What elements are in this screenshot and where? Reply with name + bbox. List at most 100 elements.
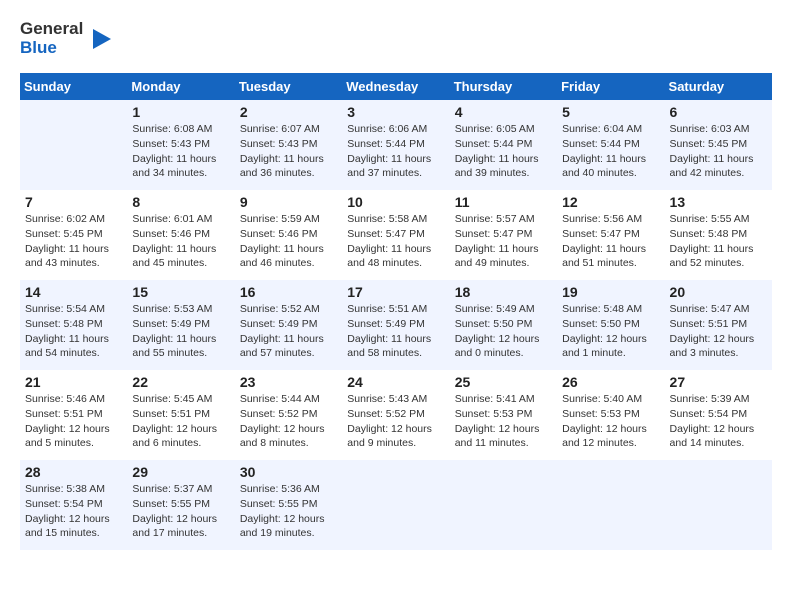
calendar-week-row: 1 Sunrise: 6:08 AM Sunset: 5:43 PM Dayli… xyxy=(20,100,772,190)
calendar-cell: 12 Sunrise: 5:56 AM Sunset: 5:47 PM Dayl… xyxy=(557,190,664,280)
logo: General Blue xyxy=(20,20,113,57)
calendar-cell: 29 Sunrise: 5:37 AM Sunset: 5:55 PM Dayl… xyxy=(127,460,234,550)
day-number: 20 xyxy=(670,284,767,300)
calendar-cell: 21 Sunrise: 5:46 AM Sunset: 5:51 PM Dayl… xyxy=(20,370,127,460)
day-number: 6 xyxy=(670,104,767,120)
day-info: Sunrise: 5:56 AM Sunset: 5:47 PM Dayligh… xyxy=(562,212,659,271)
calendar-cell: 13 Sunrise: 5:55 AM Sunset: 5:48 PM Dayl… xyxy=(665,190,772,280)
day-number: 4 xyxy=(455,104,552,120)
logo-blue: Blue xyxy=(20,39,83,58)
day-number: 26 xyxy=(562,374,659,390)
day-info: Sunrise: 5:44 AM Sunset: 5:52 PM Dayligh… xyxy=(240,392,337,451)
calendar-cell: 16 Sunrise: 5:52 AM Sunset: 5:49 PM Dayl… xyxy=(235,280,342,370)
day-number: 19 xyxy=(562,284,659,300)
calendar-cell: 8 Sunrise: 6:01 AM Sunset: 5:46 PM Dayli… xyxy=(127,190,234,280)
calendar-cell: 15 Sunrise: 5:53 AM Sunset: 5:49 PM Dayl… xyxy=(127,280,234,370)
calendar-cell: 23 Sunrise: 5:44 AM Sunset: 5:52 PM Dayl… xyxy=(235,370,342,460)
calendar-week-row: 28 Sunrise: 5:38 AM Sunset: 5:54 PM Dayl… xyxy=(20,460,772,550)
calendar-cell: 14 Sunrise: 5:54 AM Sunset: 5:48 PM Dayl… xyxy=(20,280,127,370)
weekday-header-sunday: Sunday xyxy=(20,73,127,100)
calendar-header: SundayMondayTuesdayWednesdayThursdayFrid… xyxy=(20,73,772,100)
page-header: General Blue xyxy=(20,20,772,57)
day-number: 24 xyxy=(347,374,444,390)
calendar-week-row: 14 Sunrise: 5:54 AM Sunset: 5:48 PM Dayl… xyxy=(20,280,772,370)
day-number: 30 xyxy=(240,464,337,480)
day-number: 3 xyxy=(347,104,444,120)
day-number: 28 xyxy=(25,464,122,480)
calendar-cell: 3 Sunrise: 6:06 AM Sunset: 5:44 PM Dayli… xyxy=(342,100,449,190)
day-info: Sunrise: 6:07 AM Sunset: 5:43 PM Dayligh… xyxy=(240,122,337,181)
day-info: Sunrise: 5:36 AM Sunset: 5:55 PM Dayligh… xyxy=(240,482,337,541)
weekday-header-friday: Friday xyxy=(557,73,664,100)
day-info: Sunrise: 5:41 AM Sunset: 5:53 PM Dayligh… xyxy=(455,392,552,451)
day-info: Sunrise: 5:52 AM Sunset: 5:49 PM Dayligh… xyxy=(240,302,337,361)
day-number: 8 xyxy=(132,194,229,210)
calendar-cell: 26 Sunrise: 5:40 AM Sunset: 5:53 PM Dayl… xyxy=(557,370,664,460)
calendar-cell: 27 Sunrise: 5:39 AM Sunset: 5:54 PM Dayl… xyxy=(665,370,772,460)
day-number: 2 xyxy=(240,104,337,120)
calendar-cell: 20 Sunrise: 5:47 AM Sunset: 5:51 PM Dayl… xyxy=(665,280,772,370)
day-number: 9 xyxy=(240,194,337,210)
day-info: Sunrise: 6:01 AM Sunset: 5:46 PM Dayligh… xyxy=(132,212,229,271)
calendar-cell: 10 Sunrise: 5:58 AM Sunset: 5:47 PM Dayl… xyxy=(342,190,449,280)
day-number: 12 xyxy=(562,194,659,210)
calendar-week-row: 21 Sunrise: 5:46 AM Sunset: 5:51 PM Dayl… xyxy=(20,370,772,460)
calendar-cell: 4 Sunrise: 6:05 AM Sunset: 5:44 PM Dayli… xyxy=(450,100,557,190)
day-info: Sunrise: 5:40 AM Sunset: 5:53 PM Dayligh… xyxy=(562,392,659,451)
day-number: 11 xyxy=(455,194,552,210)
calendar-cell: 6 Sunrise: 6:03 AM Sunset: 5:45 PM Dayli… xyxy=(665,100,772,190)
day-info: Sunrise: 5:55 AM Sunset: 5:48 PM Dayligh… xyxy=(670,212,767,271)
calendar-cell: 25 Sunrise: 5:41 AM Sunset: 5:53 PM Dayl… xyxy=(450,370,557,460)
calendar-cell xyxy=(665,460,772,550)
day-info: Sunrise: 5:57 AM Sunset: 5:47 PM Dayligh… xyxy=(455,212,552,271)
calendar-cell: 5 Sunrise: 6:04 AM Sunset: 5:44 PM Dayli… xyxy=(557,100,664,190)
weekday-header-saturday: Saturday xyxy=(665,73,772,100)
day-info: Sunrise: 5:45 AM Sunset: 5:51 PM Dayligh… xyxy=(132,392,229,451)
calendar-table: SundayMondayTuesdayWednesdayThursdayFrid… xyxy=(20,73,772,550)
day-number: 22 xyxy=(132,374,229,390)
day-number: 29 xyxy=(132,464,229,480)
day-info: Sunrise: 5:59 AM Sunset: 5:46 PM Dayligh… xyxy=(240,212,337,271)
day-info: Sunrise: 6:05 AM Sunset: 5:44 PM Dayligh… xyxy=(455,122,552,181)
day-number: 27 xyxy=(670,374,767,390)
day-info: Sunrise: 5:43 AM Sunset: 5:52 PM Dayligh… xyxy=(347,392,444,451)
day-info: Sunrise: 5:46 AM Sunset: 5:51 PM Dayligh… xyxy=(25,392,122,451)
day-number: 25 xyxy=(455,374,552,390)
day-info: Sunrise: 6:06 AM Sunset: 5:44 PM Dayligh… xyxy=(347,122,444,181)
day-info: Sunrise: 6:08 AM Sunset: 5:43 PM Dayligh… xyxy=(132,122,229,181)
day-number: 7 xyxy=(25,194,122,210)
weekday-header-tuesday: Tuesday xyxy=(235,73,342,100)
calendar-cell: 19 Sunrise: 5:48 AM Sunset: 5:50 PM Dayl… xyxy=(557,280,664,370)
day-number: 16 xyxy=(240,284,337,300)
day-info: Sunrise: 5:47 AM Sunset: 5:51 PM Dayligh… xyxy=(670,302,767,361)
day-number: 14 xyxy=(25,284,122,300)
logo-text: General xyxy=(20,20,83,39)
day-info: Sunrise: 5:51 AM Sunset: 5:49 PM Dayligh… xyxy=(347,302,444,361)
calendar-cell: 18 Sunrise: 5:49 AM Sunset: 5:50 PM Dayl… xyxy=(450,280,557,370)
day-info: Sunrise: 5:37 AM Sunset: 5:55 PM Dayligh… xyxy=(132,482,229,541)
day-info: Sunrise: 5:38 AM Sunset: 5:54 PM Dayligh… xyxy=(25,482,122,541)
day-number: 15 xyxy=(132,284,229,300)
calendar-cell: 17 Sunrise: 5:51 AM Sunset: 5:49 PM Dayl… xyxy=(342,280,449,370)
day-number: 21 xyxy=(25,374,122,390)
calendar-cell: 1 Sunrise: 6:08 AM Sunset: 5:43 PM Dayli… xyxy=(127,100,234,190)
calendar-cell: 24 Sunrise: 5:43 AM Sunset: 5:52 PM Dayl… xyxy=(342,370,449,460)
weekday-header-thursday: Thursday xyxy=(450,73,557,100)
weekday-header-monday: Monday xyxy=(127,73,234,100)
day-info: Sunrise: 5:54 AM Sunset: 5:48 PM Dayligh… xyxy=(25,302,122,361)
day-info: Sunrise: 5:39 AM Sunset: 5:54 PM Dayligh… xyxy=(670,392,767,451)
calendar-cell xyxy=(450,460,557,550)
day-info: Sunrise: 5:49 AM Sunset: 5:50 PM Dayligh… xyxy=(455,302,552,361)
logo-arrow-icon xyxy=(85,25,113,53)
calendar-cell: 30 Sunrise: 5:36 AM Sunset: 5:55 PM Dayl… xyxy=(235,460,342,550)
calendar-cell: 9 Sunrise: 5:59 AM Sunset: 5:46 PM Dayli… xyxy=(235,190,342,280)
calendar-cell xyxy=(557,460,664,550)
calendar-cell: 7 Sunrise: 6:02 AM Sunset: 5:45 PM Dayli… xyxy=(20,190,127,280)
day-number: 5 xyxy=(562,104,659,120)
day-number: 18 xyxy=(455,284,552,300)
day-info: Sunrise: 5:53 AM Sunset: 5:49 PM Dayligh… xyxy=(132,302,229,361)
day-number: 13 xyxy=(670,194,767,210)
day-info: Sunrise: 5:48 AM Sunset: 5:50 PM Dayligh… xyxy=(562,302,659,361)
calendar-week-row: 7 Sunrise: 6:02 AM Sunset: 5:45 PM Dayli… xyxy=(20,190,772,280)
calendar-cell: 22 Sunrise: 5:45 AM Sunset: 5:51 PM Dayl… xyxy=(127,370,234,460)
